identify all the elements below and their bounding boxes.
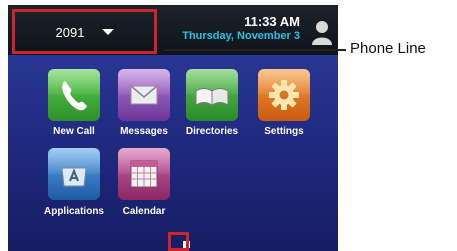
settings-app-button[interactable] — [258, 69, 310, 121]
new-call-label: New Call — [53, 126, 95, 137]
envelope-icon — [130, 85, 158, 105]
messages-app-button[interactable] — [118, 69, 170, 121]
user-icon[interactable] — [311, 19, 333, 45]
directories-label: Directories — [185, 126, 239, 137]
callout-line — [164, 49, 346, 51]
phone-line-callout: Phone Line — [350, 40, 426, 57]
calendar-label: Calendar — [122, 206, 166, 217]
clock-date: Thursday, November 3 — [182, 30, 300, 42]
applications-label: Applications — [43, 206, 104, 217]
settings-label: Settings — [264, 126, 304, 137]
new-call-app-button[interactable] — [48, 69, 100, 121]
clock-time: 11:33 AM — [244, 14, 300, 29]
applications-icon — [61, 167, 87, 187]
applications-app-button[interactable] — [48, 148, 100, 200]
calendar-icon — [130, 160, 158, 188]
book-icon — [195, 88, 229, 106]
directories-app-button[interactable] — [186, 69, 238, 121]
calendar-app-button[interactable] — [118, 148, 170, 200]
phone-line-highlight — [12, 9, 157, 54]
page-indicator-highlight — [168, 232, 189, 251]
gear-icon — [269, 80, 299, 110]
phone-icon — [62, 81, 87, 111]
